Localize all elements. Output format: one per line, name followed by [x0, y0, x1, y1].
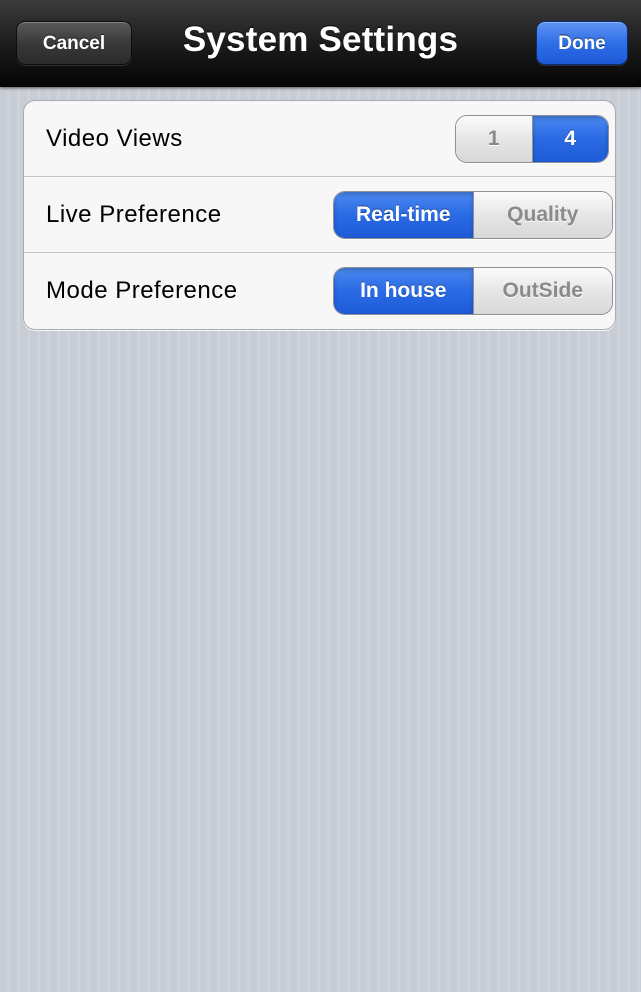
mode-preference-segmented-control: In house OutSide — [333, 267, 613, 315]
live-preference-option-quality[interactable]: Quality — [472, 192, 612, 238]
settings-group: Video Views 1 4 Live Preference Real-tim… — [23, 100, 616, 330]
video-views-row: Video Views 1 4 — [24, 101, 615, 177]
live-preference-row: Live Preference Real-time Quality — [24, 177, 615, 253]
video-views-option-4[interactable]: 4 — [531, 116, 608, 162]
video-views-label: Video Views — [46, 125, 183, 152]
live-preference-segmented-control: Real-time Quality — [333, 191, 613, 239]
mode-preference-option-outside[interactable]: OutSide — [472, 268, 612, 314]
video-views-segmented-control: 1 4 — [455, 115, 609, 163]
done-button[interactable]: Done — [536, 21, 628, 65]
mode-preference-label: Mode Preference — [46, 277, 238, 304]
navigation-bar: Cancel System Settings Done — [0, 0, 641, 87]
mode-preference-option-in-house[interactable]: In house — [334, 268, 473, 314]
settings-screen: Cancel System Settings Done Video Views … — [0, 0, 641, 992]
live-preference-label: Live Preference — [46, 201, 222, 228]
live-preference-option-real-time[interactable]: Real-time — [334, 192, 473, 238]
mode-preference-row: Mode Preference In house OutSide — [24, 253, 615, 329]
video-views-option-1[interactable]: 1 — [456, 116, 532, 162]
